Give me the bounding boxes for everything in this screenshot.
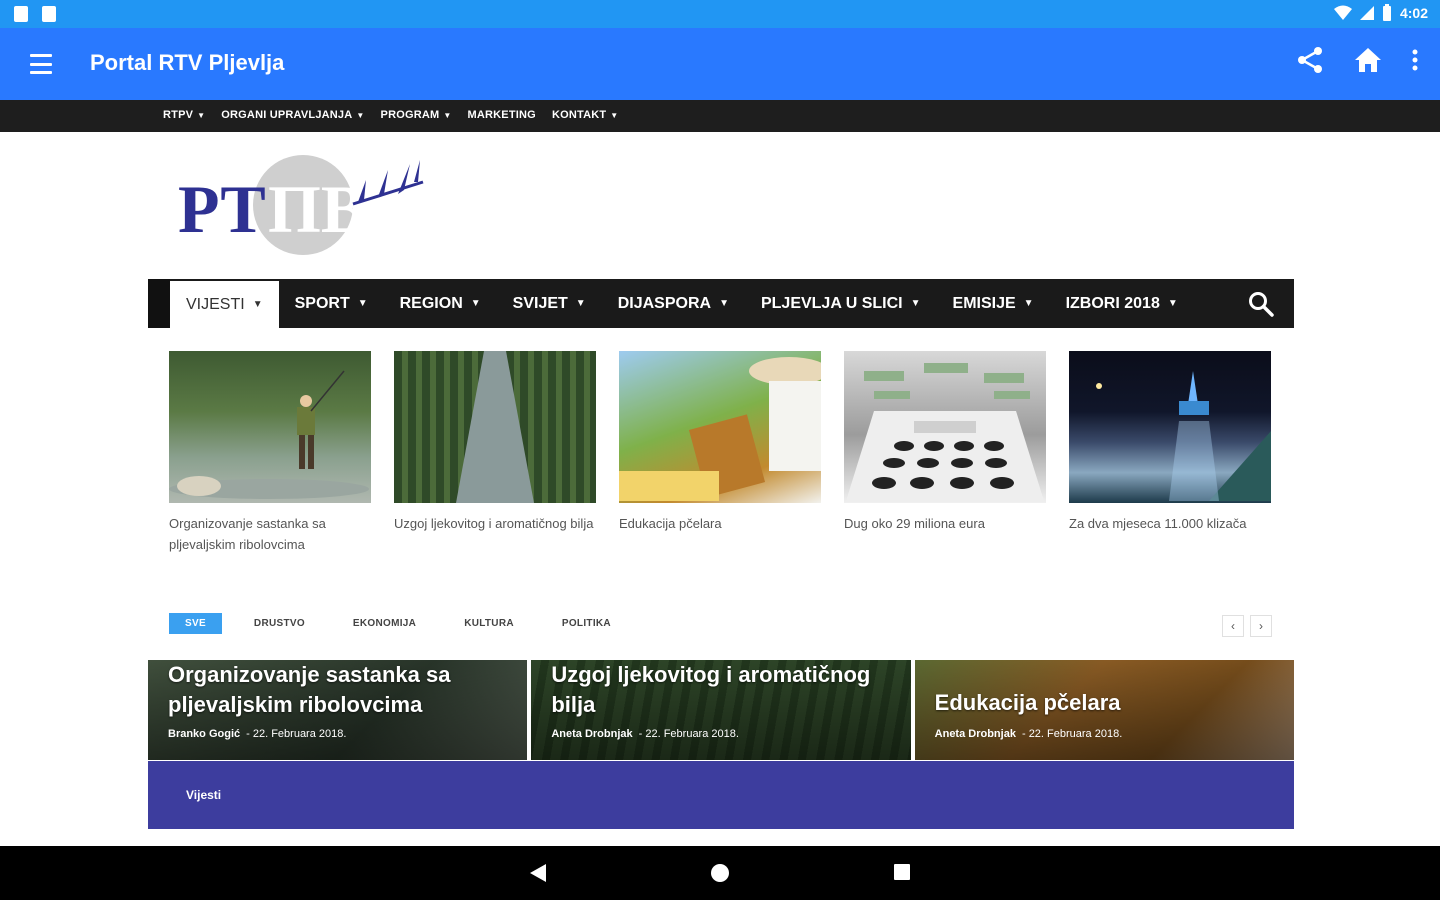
chevron-right-icon[interactable]: › — [1250, 615, 1272, 637]
featured-card[interactable]: Organizovanje sastanka sa pljevaljskim r… — [169, 351, 371, 555]
featured-caption[interactable]: Dug oko 29 miliona eura — [844, 513, 1046, 534]
chevron-down-icon: ▼ — [443, 111, 452, 120]
section-header: Vijesti — [148, 761, 1294, 829]
top-nav-item-kontakt[interactable]: KONTAKT ▼ — [552, 109, 618, 121]
nav-item-dijaspora[interactable]: DIJASPORA ▼ — [602, 279, 745, 328]
featured-strip: Organizovanje sastanka sa pljevaljskim r… — [169, 351, 1271, 555]
chevron-down-icon: ▼ — [357, 298, 368, 309]
recents-icon[interactable] — [893, 863, 911, 881]
fisherman-image[interactable] — [169, 351, 371, 503]
tab-pager: ‹ › — [1222, 615, 1272, 637]
top-nav-item-marketing[interactable]: MARKETING — [468, 109, 536, 121]
article-meta: Aneta Drobnjak - 22. Februara 2018. — [551, 728, 739, 740]
article-meta: Branko Gogić - 22. Februara 2018. — [168, 728, 347, 740]
big-article[interactable]: Edukacija pčelara Aneta Drobnjak - 22. Fe… — [914, 660, 1294, 760]
top-nav-item-rtpv[interactable]: RTPV ▼ — [163, 109, 205, 121]
chevron-down-icon: ▼ — [910, 298, 921, 309]
chevron-down-icon: ▼ — [197, 111, 206, 120]
article-date: 22. Februara 2018. — [645, 728, 739, 740]
nav-item-vijesti[interactable]: VIJESTI ▼ — [170, 279, 279, 328]
tab-ekonomija[interactable]: EKONOMIJA — [337, 613, 432, 634]
article-author[interactable]: Aneta Drobnjak — [551, 728, 632, 740]
system-nav-bar — [0, 846, 1440, 900]
tab-sve[interactable]: SVE — [169, 613, 222, 634]
overflow-menu-icon[interactable] — [1412, 49, 1418, 71]
featured-card[interactable]: Za dva mjeseca 11.000 klizača — [1069, 351, 1271, 555]
big-article[interactable]: Organizovanje sastanka sa pljevaljskim r… — [148, 660, 528, 760]
chevron-down-icon: ▼ — [1023, 298, 1034, 309]
status-time: 4:02 — [1399, 5, 1428, 21]
chevron-down-icon: ▼ — [470, 298, 481, 309]
tab-drustvo[interactable]: DRUSTVO — [238, 613, 321, 634]
article-author[interactable]: Aneta Drobnjak — [935, 728, 1016, 740]
big-articles-row: Organizovanje sastanka sa pljevaljskim r… — [148, 660, 1294, 760]
app-bar: Portal RTV Pljevlja — [0, 28, 1440, 100]
featured-caption[interactable]: Edukacija pčelara — [619, 513, 821, 534]
nav-item-sport[interactable]: SPORT ▼ — [279, 279, 384, 328]
chevron-down-icon: ▼ — [719, 298, 729, 309]
back-icon[interactable] — [528, 863, 548, 883]
site-top-nav: RTPV ▼ ORGANI UPRAVLJANJA ▼ PROGRAM ▼ MARKE… — [0, 100, 1440, 132]
share-icon[interactable] — [1296, 46, 1324, 74]
featured-card[interactable]: Edukacija pčelara — [619, 351, 821, 555]
hamburger-menu-icon[interactable] — [30, 54, 52, 74]
chevron-down-icon: ▼ — [610, 111, 619, 120]
beekeeper-image[interactable] — [619, 351, 821, 503]
sd-card-icon — [14, 6, 28, 22]
chevron-left-icon[interactable]: ‹ — [1222, 615, 1244, 637]
big-article[interactable]: Uzgoj ljekovitog i aromatičnog bilja Ane… — [531, 660, 911, 760]
article-meta: Aneta Drobnjak - 22. Februara 2018. — [934, 728, 1123, 740]
big-article-title[interactable]: Uzgoj ljekovitog i aromatičnog bilja — [551, 660, 910, 720]
battery-icon — [1382, 4, 1391, 21]
app-title: Portal RTV Pljevlja — [90, 50, 285, 75]
notification-icon — [42, 6, 56, 22]
chevron-down-icon: ▼ — [356, 111, 365, 120]
chevron-down-icon: ▼ — [575, 298, 586, 309]
article-date: 22. Februara 2018. — [1028, 728, 1123, 740]
svg-text:РТ: РТ — [178, 171, 266, 247]
big-article-title[interactable]: Organizovanje sastanka sa pljevaljskim r… — [168, 660, 527, 720]
article-date: 22. Februara 2018. — [252, 728, 347, 740]
tab-kultura[interactable]: KULTURA — [448, 613, 530, 634]
main-category-nav: VIJESTI ▼ SPORT ▼ REGION ▼ SVIJET ▼ DIJASPOR… — [148, 279, 1294, 328]
nav-item-pljevlja-u-slici[interactable]: PLJEVLJA U SLICI ▼ — [745, 279, 937, 328]
top-nav-item-organi[interactable]: ORGANI UPRAVLJANJA ▼ — [221, 109, 364, 121]
signal-icon — [1359, 6, 1374, 20]
nav-item-region[interactable]: REGION ▼ — [384, 279, 497, 328]
article-author[interactable]: Branko Gogić — [168, 728, 240, 740]
nav-item-izbori-2018[interactable]: IZBORI 2018 ▼ — [1050, 279, 1194, 328]
home-icon[interactable] — [1354, 47, 1382, 73]
featured-caption[interactable]: Uzgoj ljekovitog i aromatičnog bilja — [394, 513, 596, 534]
chevron-down-icon: ▼ — [1167, 298, 1178, 309]
status-bar: 4:02 — [0, 0, 1440, 28]
home-circle-icon[interactable] — [710, 863, 730, 883]
top-nav-item-program[interactable]: PROGRAM ▼ — [381, 109, 452, 121]
featured-caption[interactable]: Za dva mjeseca 11.000 klizača — [1069, 513, 1271, 534]
category-tabs: SVE DRUSTVO EKONOMIJA KULTURA POLITIKA — [169, 613, 627, 634]
plant-nursery-image[interactable] — [394, 351, 596, 503]
calculator-money-image[interactable] — [844, 351, 1046, 503]
nav-item-emisije[interactable]: EMISIJE ▼ — [937, 279, 1050, 328]
featured-card[interactable]: Dug oko 29 miliona eura — [844, 351, 1046, 555]
ice-rink-night-image[interactable] — [1069, 351, 1271, 503]
nav-item-svijet[interactable]: SVIJET ▼ — [497, 279, 602, 328]
section-label[interactable]: Vijesti — [186, 788, 221, 802]
featured-card[interactable]: Uzgoj ljekovitog i aromatičnog bilja — [394, 351, 596, 555]
svg-text:ПВ: ПВ — [268, 171, 366, 247]
tab-politika[interactable]: POLITIKA — [546, 613, 627, 634]
search-icon[interactable] — [1248, 291, 1274, 317]
wifi-icon — [1333, 5, 1352, 20]
featured-caption[interactable]: Organizovanje sastanka sa pljevaljskim r… — [169, 513, 371, 555]
site-logo[interactable]: РТ ПВ — [178, 152, 428, 262]
chevron-down-icon: ▼ — [252, 299, 263, 310]
big-article-title[interactable]: Edukacija pčelara — [935, 688, 1121, 718]
